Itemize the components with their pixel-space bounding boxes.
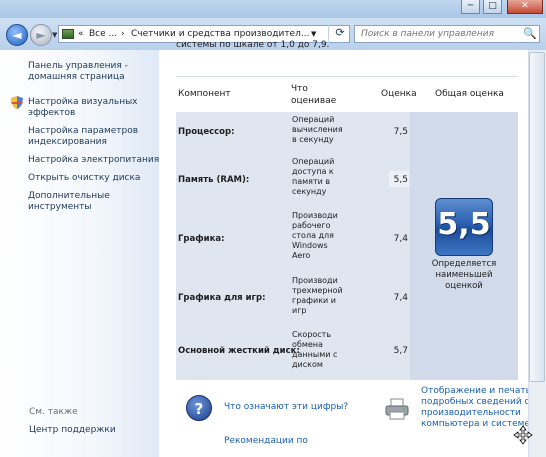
header-overall: Общая оценка (435, 89, 504, 99)
row-component-graphics: Графика: (178, 234, 225, 244)
row-score-gaming-graphics: 7,4 (393, 293, 408, 303)
row-component-ram: Память (RAM): (178, 175, 250, 185)
row-component-gaming-graphics: Графика для игр: (178, 293, 266, 303)
desc-line: Операций (292, 115, 335, 124)
what-numbers-link[interactable]: Что означают эти цифры? (224, 402, 348, 413)
sidebar-item-label: инструменты (28, 202, 92, 212)
sidebar-item-indexing[interactable]: Настройка параметров индексирования (28, 126, 138, 148)
maximize-button[interactable]: □ (483, 0, 502, 14)
row-score-ram: 5,5 (393, 175, 408, 185)
desc-line: данными с (292, 350, 338, 359)
row-score-graphics: 7,4 (393, 234, 408, 244)
breadcrumb-all-items[interactable]: Все ... (89, 26, 117, 42)
desc-line: Скорость (292, 330, 332, 339)
intro-text-fragment: системы по шкале от 1,0 до 7,9. (176, 40, 330, 50)
base-score-badge: 5,5 (435, 198, 493, 256)
desc-line: игр (292, 306, 307, 315)
desc-line: Aero (292, 251, 311, 260)
recent-pages-button[interactable]: ▼ (52, 31, 57, 39)
sidebar-home-link[interactable]: Панель управления - домашняя страница (28, 61, 128, 83)
back-button[interactable]: ◄ (6, 24, 28, 46)
row-desc-cpu: Операций вычисления в секунду (292, 115, 342, 145)
desc-line: Операций (292, 157, 335, 166)
header-what: Что оцениваe (291, 83, 336, 107)
desc-line: Windows (292, 241, 328, 250)
sidebar-item-power[interactable]: Настройка электропитания (28, 155, 159, 166)
sidebar-item-disk-cleanup[interactable]: Открыть очистку диска (28, 173, 140, 184)
breadcrumb-separator[interactable]: › (121, 26, 125, 42)
sidebar-home-line-1: Панель управления - (28, 61, 128, 71)
desc-line: вычисления (292, 125, 342, 134)
row-score-cpu: 7,5 (393, 127, 408, 137)
caption-line: Определяется (431, 259, 497, 269)
row-component-disk: Основной жесткий диск: (178, 346, 300, 356)
scrollbar-thumb[interactable] (529, 52, 545, 382)
desc-line: обмена (292, 340, 323, 349)
sidebar-item-advanced-tools[interactable]: Дополнительные инструменты (28, 191, 110, 213)
print-details-link[interactable]: Отображение и печать подробных сведений … (421, 386, 531, 430)
control-panel-icon (62, 29, 74, 39)
row-desc-graphics: Производи рабочего стола для Windows Aer… (292, 211, 342, 261)
close-button[interactable]: ✕ (507, 0, 543, 14)
header-score: Оценка (381, 89, 417, 99)
header-what-line-2: оцениваe (291, 96, 337, 106)
header-component: Компонент (178, 89, 231, 99)
divider (176, 76, 518, 77)
desc-line: трехмерной (292, 286, 342, 295)
link-line: подробных сведений о (421, 397, 531, 407)
sidebar-item-label: эффектов (28, 108, 76, 118)
row-desc-gaming-graphics: Производи трехмерной графики и игр (292, 276, 342, 316)
move-cursor-icon (513, 425, 533, 445)
sidebar-link-action-center[interactable]: Центр поддержки (29, 425, 116, 436)
help-icon[interactable]: ? (186, 395, 212, 421)
sidebar-item-label: Настройка параметров (28, 126, 139, 136)
desc-line: секунду (292, 187, 327, 196)
desc-line: стола для (292, 231, 334, 240)
breadcrumb-overflow[interactable]: « (78, 26, 84, 42)
desc-line: графики и (292, 296, 336, 305)
sidebar-item-label: Настройка визуальных (28, 97, 138, 107)
desc-line: в секунду (292, 135, 334, 144)
search-icon[interactable]: 🔍 (523, 27, 537, 41)
search-input[interactable] (361, 26, 521, 42)
shield-icon (11, 96, 23, 109)
printer-icon (385, 398, 409, 420)
refresh-icon[interactable]: ⟳ (328, 25, 351, 43)
row-desc-ram: Операций доступа к памяти в секунду (292, 157, 342, 197)
row-component-cpu: Процессор: (178, 127, 235, 137)
sidebar-home-line-2: домашняя страница (28, 72, 125, 82)
link-line: Отображение и печать (421, 386, 531, 396)
base-score-value: 5,5 (437, 207, 491, 242)
minimize-button[interactable]: ─ (461, 0, 480, 14)
desc-line: Производи (292, 211, 338, 220)
sidebar-item-label: Настройка электропитания (28, 155, 160, 165)
caption-line: оценкой (445, 281, 483, 291)
caption-line: наименьшей (435, 270, 493, 280)
sidebar-item-label: Открыть очистку диска (28, 173, 141, 183)
desc-line: рабочего (292, 221, 331, 230)
header-what-line-1: Что (291, 84, 308, 94)
recommendations-link[interactable]: Рекомендации по (224, 436, 308, 447)
forward-button[interactable]: ► (30, 24, 52, 46)
base-score-caption: Определяется наименьшей оценкой (412, 259, 516, 292)
row-score-disk: 5,7 (393, 346, 408, 356)
row-desc-disk: Скорость обмена данными с диском (292, 330, 342, 370)
sidebar-item-label: индексирования (28, 137, 107, 147)
desc-line: Производи (292, 276, 338, 285)
link-line: производительности (421, 408, 521, 418)
search-box[interactable]: 🔍 (354, 25, 540, 43)
desc-line: диском (292, 360, 323, 369)
sidebar-item-label: Дополнительные (28, 191, 110, 201)
desc-line: памяти в (292, 177, 331, 186)
see-also-heading: См. также (29, 407, 78, 417)
sidebar-item-visual-effects[interactable]: Настройка визуальных эффектов (28, 97, 138, 119)
desc-line: доступа к (292, 167, 334, 176)
